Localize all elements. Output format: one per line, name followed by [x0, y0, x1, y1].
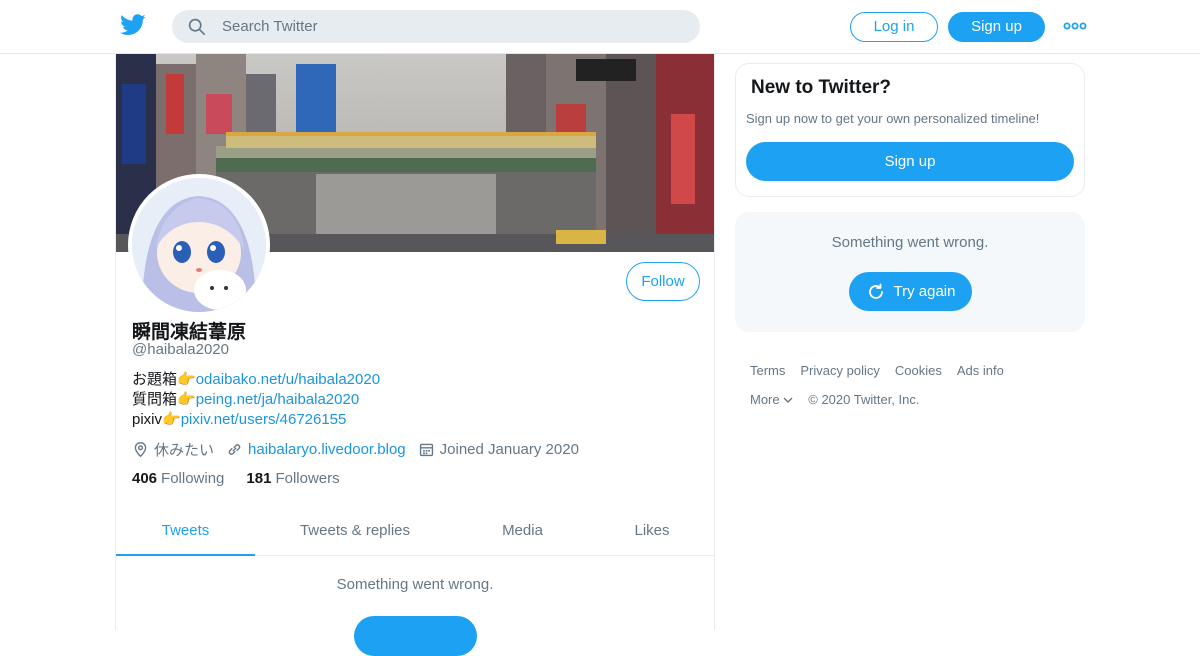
new-to-twitter-card: New to Twitter? Sign up now to get your … — [735, 63, 1085, 197]
chevron-down-icon — [783, 397, 793, 403]
sidebar-footer: Terms Privacy policy Cookies Ads info Mo… — [750, 363, 1090, 421]
profile-handle: @haibala2020 — [132, 341, 229, 358]
top-navigation-bar: Log in Sign up — [0, 0, 1200, 54]
website-link[interactable]: haibalaryo.livedoor.blog — [248, 441, 406, 458]
followers-stat[interactable]: 181 Followers — [246, 470, 339, 487]
profile-avatar[interactable] — [128, 174, 270, 316]
refresh-icon — [868, 283, 883, 299]
bio-text: お題箱 — [132, 371, 178, 388]
location-pin-icon — [134, 442, 147, 458]
profile-tabs: Tweets Tweets & replies Media Likes — [116, 506, 714, 556]
footer-more-label: More — [750, 392, 780, 407]
avatar-anime-illustration — [132, 178, 266, 312]
profile-bio: お題箱👉odaibako.net/u/haibala2020 質問箱👉peing… — [132, 370, 380, 430]
profile-meta: 休みたい haibalaryo.livedoor.blog Joined Jan… — [132, 439, 591, 460]
tab-media[interactable]: Media — [455, 506, 590, 556]
pointing-hand-emoji: 👉 — [177, 371, 196, 388]
calendar-icon — [419, 443, 433, 457]
bio-line: pixiv👉pixiv.net/users/46726155 — [132, 410, 380, 430]
footer-row: Terms Privacy policy Cookies Ads info — [750, 363, 1090, 378]
bio-link[interactable]: peing.net/ja/haibala2020 — [196, 391, 359, 408]
try-again-button[interactable]: Try again — [849, 272, 972, 311]
tab-likes[interactable]: Likes — [590, 506, 714, 556]
pointing-hand-emoji: 👉 — [162, 411, 181, 428]
new-to-twitter-title: New to Twitter? — [751, 77, 892, 98]
footer-terms-link[interactable]: Terms — [750, 363, 785, 378]
profile-column: Follow 瞬間凍結葦原 @haibala2020 お題箱👉odaibako.… — [115, 54, 715, 656]
follow-button[interactable]: Follow — [626, 262, 700, 301]
sidebar-error-text: Something went wrong. — [831, 234, 989, 251]
search-bar[interactable] — [172, 10, 700, 43]
more-dots-icon — [1063, 22, 1087, 30]
timeline-error-text: Something went wrong. — [336, 576, 494, 593]
footer-cookies-link[interactable]: Cookies — [895, 363, 942, 378]
bio-link[interactable]: odaibako.net/u/haibala2020 — [196, 371, 380, 388]
twitter-bird-icon[interactable] — [120, 14, 146, 36]
footer-ads-link[interactable]: Ads info — [957, 363, 1004, 378]
sidebar-signup-button[interactable]: Sign up — [746, 142, 1074, 181]
tab-tweets-replies[interactable]: Tweets & replies — [255, 506, 455, 556]
more-dots-icon[interactable] — [1062, 16, 1088, 36]
search-icon — [188, 18, 206, 36]
sidebar-error-card: Something went wrong. Try again — [735, 212, 1085, 332]
pointing-hand-emoji: 👉 — [177, 391, 196, 408]
try-again-label: Try again — [893, 283, 956, 300]
following-count: 406 — [132, 470, 158, 487]
following-stat[interactable]: 406 Following — [132, 470, 224, 487]
bio-line: お題箱👉odaibako.net/u/haibala2020 — [132, 370, 380, 390]
joined-text: Joined January 2020 — [439, 441, 579, 458]
profile-display-name: 瞬間凍結葦原 — [132, 322, 247, 343]
profile-stats: 406 Following 181 Followers — [132, 470, 362, 487]
footer-row: More © 2020 Twitter, Inc. — [750, 392, 1090, 407]
timeline-retry-button[interactable] — [354, 616, 477, 656]
footer-privacy-link[interactable]: Privacy policy — [800, 363, 879, 378]
new-to-twitter-description: Sign up now to get your own personalized… — [746, 111, 1040, 126]
following-label: Following — [161, 470, 225, 487]
footer-copyright: © 2020 Twitter, Inc. — [808, 392, 920, 407]
login-button[interactable]: Log in — [850, 12, 938, 42]
tab-tweets[interactable]: Tweets — [116, 506, 255, 556]
search-input[interactable] — [222, 10, 682, 43]
bio-line: 質問箱👉peing.net/ja/haibala2020 — [132, 390, 380, 410]
signup-button[interactable]: Sign up — [948, 12, 1045, 42]
footer-more-link[interactable]: More — [750, 392, 793, 407]
profile-location: 休みたい — [132, 439, 214, 460]
bio-link[interactable]: pixiv.net/users/46726155 — [181, 411, 347, 428]
followers-label: Followers — [275, 470, 340, 487]
location-text: 休みたい — [154, 442, 215, 459]
bio-text: pixiv — [132, 411, 163, 428]
link-icon — [228, 444, 241, 455]
bio-text: 質問箱 — [132, 391, 178, 408]
followers-count: 181 — [246, 470, 272, 487]
profile-website: haibalaryo.livedoor.blog — [226, 441, 406, 458]
profile-joined: Joined January 2020 — [418, 441, 579, 458]
